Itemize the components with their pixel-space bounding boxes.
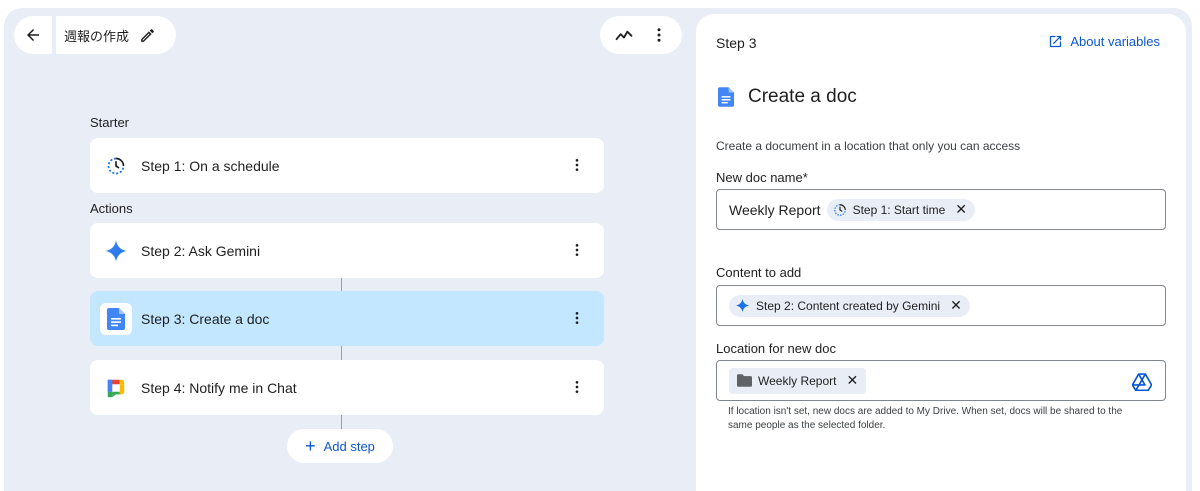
toolbar-pill	[600, 16, 682, 54]
connector-line	[341, 278, 342, 291]
variable-chip[interactable]: Step 2: Content created by Gemini ✕	[729, 294, 970, 317]
folder-icon	[737, 374, 752, 387]
step-2-label: Step 2: Ask Gemini	[141, 243, 260, 259]
step-2-more-button[interactable]	[564, 237, 590, 263]
google-docs-icon	[718, 87, 734, 107]
step-3-prefix: Step 3:	[141, 310, 186, 327]
step-4-label: Step 4: Notify me in Chat	[141, 380, 297, 396]
panel-title-row: Create a doc	[718, 86, 857, 108]
step-4-prefix: Step 4:	[141, 379, 186, 396]
edit-title-button[interactable]	[137, 25, 157, 45]
variable-chip-label: Step 1: Start time	[852, 202, 946, 217]
more-vert-icon	[575, 381, 579, 393]
schedule-icon	[107, 157, 125, 174]
step-4-more-button[interactable]	[564, 374, 590, 400]
step-card-2[interactable]: Step 2: Ask Gemini	[90, 223, 604, 278]
step-3-icon-box	[100, 302, 132, 335]
google-chat-icon	[107, 379, 125, 397]
about-variables-label: About variables	[1070, 34, 1160, 49]
location-hint: If location isn't set, new docs are adde…	[728, 406, 1123, 431]
actions-section-label: Actions	[90, 201, 133, 216]
doc-name-field[interactable]: Weekly Report Step 1: Start time ✕	[716, 189, 1166, 230]
step-details-panel: Step 3 About variables Create a doc Crea…	[696, 14, 1186, 491]
arrow-back-icon	[27, 29, 39, 41]
step-1-label: Step 1: On a schedule	[141, 158, 280, 174]
pencil-icon	[140, 28, 154, 42]
more-vert-icon	[657, 28, 660, 42]
remove-chip-icon[interactable]: ✕	[950, 297, 962, 314]
plus-icon: +	[305, 436, 316, 456]
step-1-name: On a schedule	[189, 157, 280, 174]
remove-chip-icon[interactable]: ✕	[846, 372, 858, 389]
step-4-name: Notify me in Chat	[189, 379, 297, 396]
more-vert-icon	[575, 312, 579, 324]
step-4-icon-box	[100, 372, 132, 404]
content-label: Content to add	[716, 265, 802, 280]
more-vert-icon	[575, 244, 579, 256]
step-card-3[interactable]: Step 3: Create a doc	[90, 291, 604, 346]
add-step-button[interactable]: + Add step	[287, 429, 393, 463]
step-card-4[interactable]: Step 4: Notify me in Chat	[90, 360, 604, 415]
panel-description: Create a document in a location that onl…	[716, 139, 1021, 153]
more-vert-icon	[575, 159, 579, 171]
google-docs-icon	[107, 307, 125, 330]
content-field[interactable]: Step 2: Content created by Gemini ✕	[716, 285, 1166, 326]
doc-name-label: New doc name*	[716, 170, 808, 185]
drive-picker-button[interactable]	[1131, 371, 1153, 393]
schedule-icon	[833, 203, 846, 216]
add-step-label: Add step	[323, 438, 375, 454]
step-2-prefix: Step 2:	[141, 242, 186, 259]
more-options-button[interactable]	[645, 21, 673, 49]
back-button[interactable]	[14, 16, 52, 54]
connector-line	[341, 346, 342, 360]
starter-section-label: Starter	[90, 115, 130, 130]
remove-chip-icon[interactable]: ✕	[955, 201, 967, 218]
step-3-more-button[interactable]	[564, 305, 590, 331]
step-card-1[interactable]: Step 1: On a schedule	[90, 138, 604, 193]
step-3-label: Step 3: Create a doc	[141, 311, 269, 327]
step-1-more-button[interactable]	[564, 152, 590, 178]
step-3-name: Create a doc	[189, 310, 270, 327]
workflow-title-pill: 週報の作成	[56, 16, 176, 54]
folder-chip[interactable]: Weekly Report ✕	[729, 367, 867, 394]
step-2-icon-box	[100, 235, 132, 267]
location-label: Location for new doc	[716, 341, 836, 356]
doc-name-text: Weekly Report	[729, 201, 821, 218]
gemini-sparkle-icon	[735, 298, 750, 313]
open-in-new-icon	[1050, 35, 1062, 48]
step-1-prefix: Step 1:	[141, 157, 186, 174]
connector-line	[341, 415, 342, 429]
step-1-icon-box	[100, 150, 132, 182]
about-variables-link[interactable]: About variables	[1048, 34, 1160, 49]
folder-chip-label: Weekly Report	[758, 373, 837, 388]
google-drive-icon	[1132, 373, 1152, 391]
variable-chip[interactable]: Step 1: Start time ✕	[826, 198, 976, 221]
variable-chip-label: Step 2: Content created by Gemini	[756, 298, 941, 313]
workflow-title: 週報の作成	[64, 29, 130, 45]
panel-step-label: Step 3	[716, 35, 757, 51]
activity-chart-icon	[615, 30, 632, 41]
panel-title: Create a doc	[748, 86, 857, 107]
gemini-sparkle-icon	[105, 239, 127, 262]
activity-button[interactable]	[610, 21, 638, 49]
step-2-name: Ask Gemini	[188, 242, 261, 259]
location-field[interactable]: Weekly Report ✕	[716, 360, 1166, 401]
